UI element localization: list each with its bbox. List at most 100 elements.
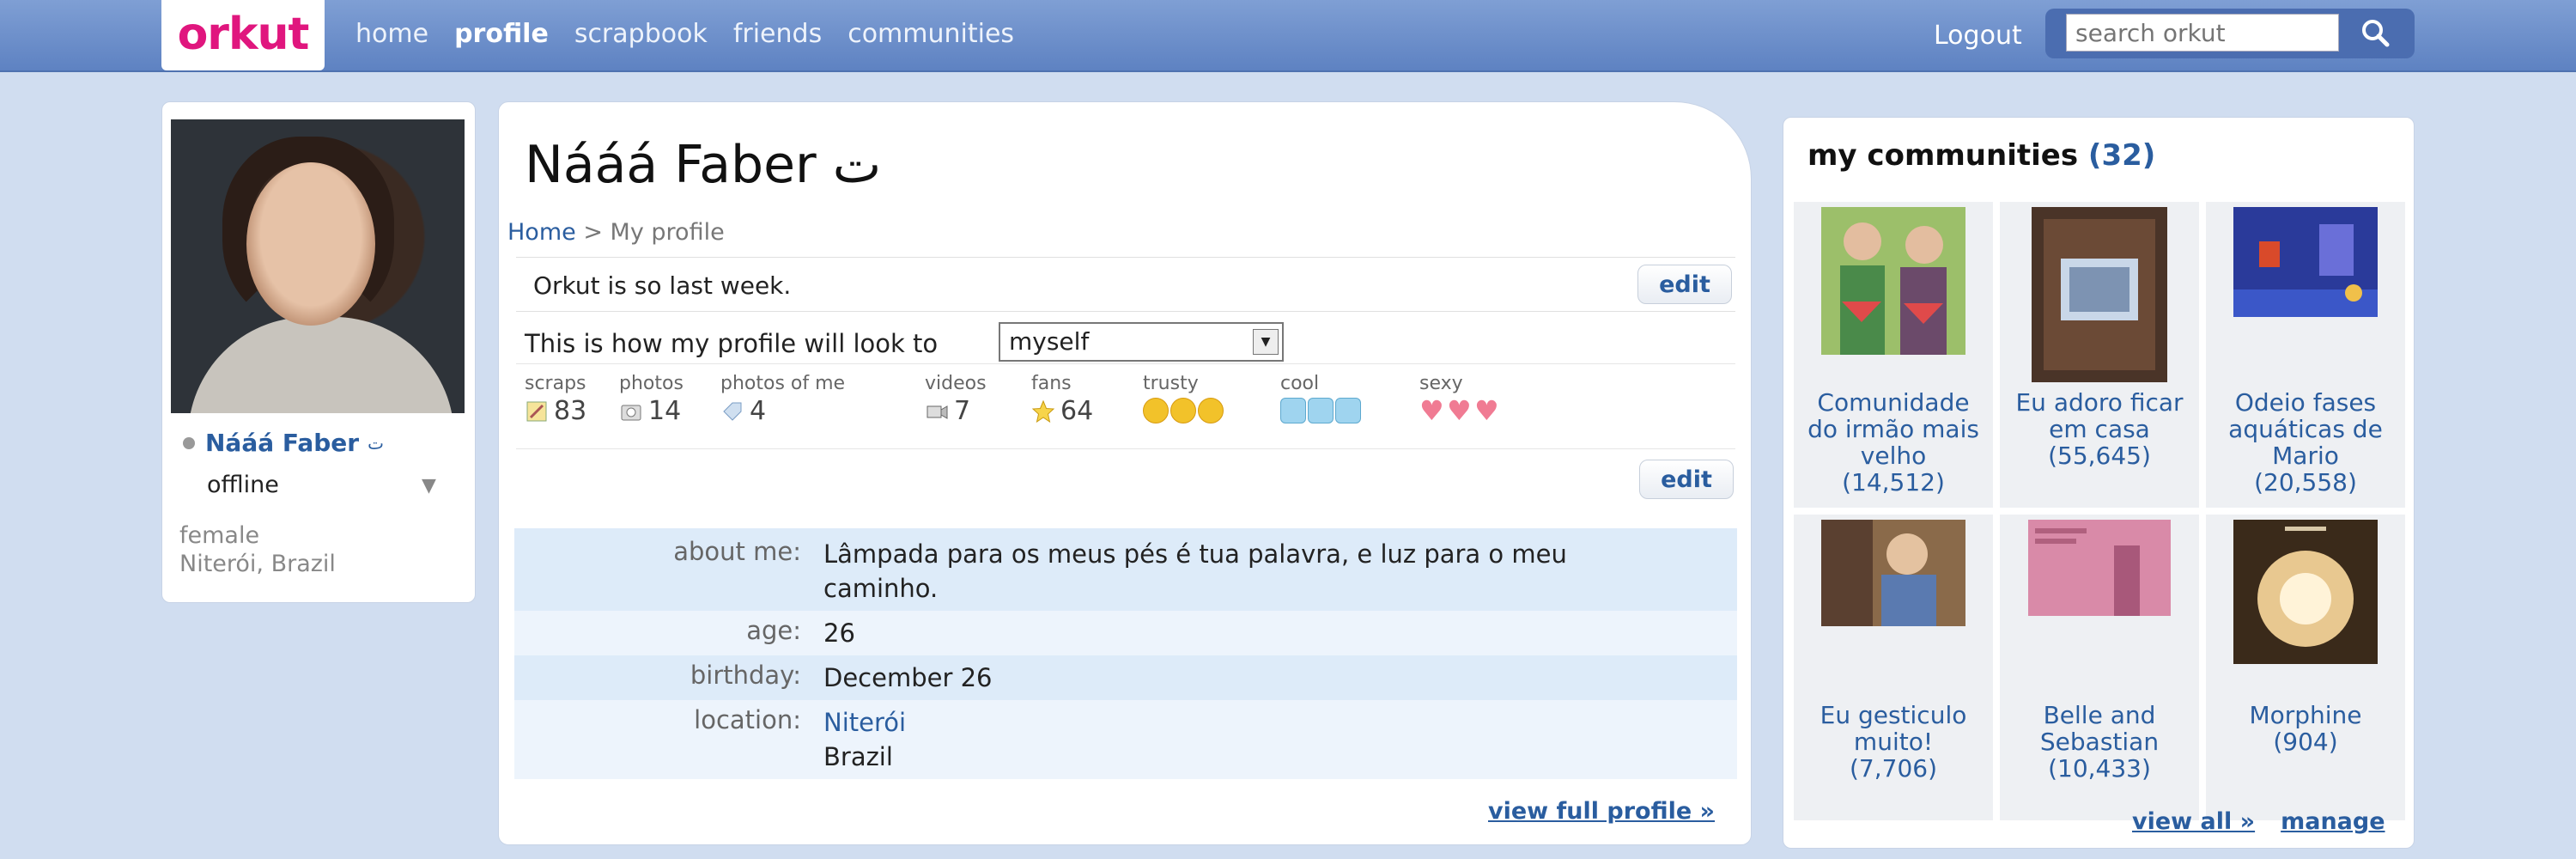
location-label: location: <box>694 705 801 734</box>
stat-sexy[interactable]: sexy ♥ ♥ ♥ <box>1419 373 1500 427</box>
birthday-value: December 26 <box>823 663 993 692</box>
status-message: Orkut is so last week. <box>533 271 792 300</box>
profile-photo[interactable] <box>171 119 465 413</box>
age-row: age: 26 <box>514 611 1737 655</box>
look-as-select[interactable]: myself ▼ <box>999 322 1284 362</box>
profile-main-card: Nááá Faber ت Home > My profile Orkut is … <box>498 101 1752 845</box>
community-thumbnail <box>2233 520 2378 664</box>
community-name-line: Comunidade <box>1817 388 1970 417</box>
stat-photos-label: photos <box>619 373 683 394</box>
tag-icon <box>723 402 742 421</box>
community-name-line: do irmão mais <box>1807 415 1979 443</box>
community-name-line: em casa <box>2049 415 2150 443</box>
nav-home[interactable]: home <box>355 19 428 49</box>
stat-photos[interactable]: photos 14 <box>619 373 683 426</box>
sidebar-city: Niterói, Brazil <box>179 551 336 577</box>
nav-profile[interactable]: profile <box>454 19 549 49</box>
stat-cool[interactable]: cool <box>1280 373 1361 423</box>
nav-scrapbook[interactable]: scrapbook <box>574 19 708 49</box>
location-row: location: Niterói Brazil <box>514 700 1737 779</box>
heart-icon: ♥ <box>1447 394 1472 427</box>
community-name-line: muito! <box>1853 728 1934 756</box>
profile-sidebar-card: Nááá Faber ت offline ▼ female Niterói, B… <box>161 101 476 603</box>
community-name-line: velho <box>1860 442 1927 470</box>
search-icon <box>2362 20 2390 47</box>
search-button[interactable] <box>2348 14 2403 52</box>
photo-hoodie-shape <box>188 317 454 413</box>
main-nav: home profile scrapbook friends communiti… <box>355 19 1014 49</box>
smiley-icon <box>1198 398 1224 423</box>
community-name-line: Odeio fases <box>2234 388 2377 417</box>
edit-status-button[interactable]: edit <box>1637 265 1732 304</box>
search-box <box>2045 9 2415 58</box>
online-status-select[interactable]: offline <box>207 472 279 498</box>
breadcrumb-current: My profile <box>610 219 725 246</box>
stat-cool-label: cool <box>1280 373 1320 394</box>
scrap-pencil-icon <box>526 401 547 421</box>
birthday-row: birthday: December 26 <box>514 655 1737 700</box>
community-name: Comunidade do irmão mais velho (14,512) <box>1797 389 1990 496</box>
age-value: 26 <box>823 618 855 648</box>
community-name-line: Eu gesticulo <box>1820 701 1967 729</box>
nav-communities[interactable]: communities <box>848 19 1014 49</box>
community-name: Belle and Sebastian (10,433) <box>2003 702 2196 782</box>
edit-profile-button[interactable]: edit <box>1639 460 1734 499</box>
community-name-line: Belle and <box>2043 701 2156 729</box>
location-city-link[interactable]: Niterói <box>823 705 1682 740</box>
status-message-row: Orkut is so last week. edit <box>516 257 1735 312</box>
community-thumbnail <box>1821 207 1965 355</box>
stat-scraps[interactable]: scraps 83 <box>525 373 586 426</box>
sidebar-meta: female Niterói, Brazil <box>179 521 336 578</box>
stat-photos-of-me[interactable]: photos of me 4 <box>720 373 845 426</box>
community-item[interactable]: Eu adoro ficar em casa (55,645) <box>2000 202 2199 508</box>
communities-card: my communities (32) Comunidade do irmão … <box>1783 117 2415 849</box>
search-input[interactable] <box>2066 14 2339 52</box>
view-all-communities-link[interactable]: view all » <box>2132 808 2255 835</box>
sidebar-profile-name[interactable]: Nááá Faber <box>205 429 359 457</box>
sidebar-name-row: Nááá Faber ت <box>181 429 384 457</box>
community-name-line: Sebastian <box>2039 728 2160 756</box>
star-icon <box>1031 399 1055 423</box>
community-name-line: Eu adoro ficar <box>2015 388 2184 417</box>
community-members: (904) <box>2273 728 2338 756</box>
community-thumbnail <box>1821 520 1965 626</box>
community-thumbnail <box>2233 207 2378 317</box>
trusty-rating <box>1143 398 1224 423</box>
community-members: (55,645) <box>2048 442 2151 470</box>
stat-fans-label: fans <box>1031 373 1072 394</box>
look-as-label: This is how my profile will look to <box>525 329 939 358</box>
smiley-icon <box>1170 398 1196 423</box>
community-name: Odeio fases aquáticas de Mario (20,558) <box>2209 389 2402 496</box>
community-item[interactable]: Comunidade do irmão mais velho (14,512) <box>1794 202 1993 508</box>
chevron-down-icon[interactable]: ▼ <box>422 475 436 497</box>
community-item[interactable]: Morphine (904) <box>2206 515 2405 820</box>
communities-title-text[interactable]: my communities <box>1807 138 2078 173</box>
page-title: Nááá Faber ت <box>525 135 882 195</box>
view-full-profile-link[interactable]: view full profile » <box>1488 798 1715 825</box>
look-as-value: myself <box>1009 327 1090 356</box>
stat-videos-label: videos <box>925 373 987 394</box>
communities-grid: Comunidade do irmão mais velho (14,512) … <box>1794 202 2405 820</box>
stat-fans[interactable]: fans 64 <box>1031 373 1093 426</box>
breadcrumb-home[interactable]: Home <box>507 219 576 246</box>
orkut-logo[interactable]: orkut <box>161 0 325 70</box>
community-item[interactable]: Eu gesticulo muito! (7,706) <box>1794 515 1993 820</box>
nav-friends[interactable]: friends <box>733 19 822 49</box>
community-item[interactable]: Belle and Sebastian (10,433) <box>2000 515 2199 820</box>
about-table: about me: Lâmpada para os meus pés é tua… <box>514 528 1737 779</box>
top-navigation-bar: orkut home profile scrapbook friends com… <box>0 0 2576 72</box>
ice-cube-icon <box>1308 398 1334 423</box>
stat-videos[interactable]: videos 7 <box>925 373 987 426</box>
logout-link[interactable]: Logout <box>1934 21 2022 51</box>
chevron-down-icon[interactable]: ▼ <box>1253 329 1279 355</box>
cool-rating <box>1280 398 1361 423</box>
sidebar-gender: female <box>179 522 260 549</box>
stat-photos-of-me-count: 4 <box>750 396 767 426</box>
stat-photos-of-me-label: photos of me <box>720 373 846 394</box>
stat-trusty[interactable]: trusty <box>1143 373 1224 423</box>
community-name: Morphine (904) <box>2209 702 2402 755</box>
about-value: Lâmpada para os meus pés é tua palavra, … <box>823 537 1682 611</box>
community-item[interactable]: Odeio fases aquáticas de Mario (20,558) <box>2206 202 2405 508</box>
manage-communities-link[interactable]: manage <box>2281 808 2385 835</box>
about-label: about me: <box>673 537 801 566</box>
